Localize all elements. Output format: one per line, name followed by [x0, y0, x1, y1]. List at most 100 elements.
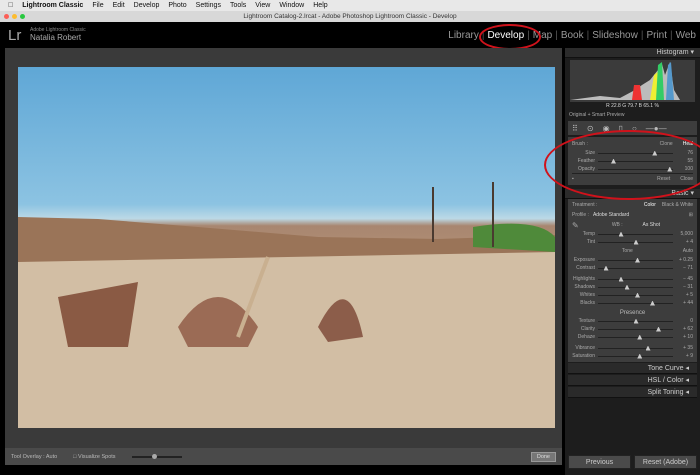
slider-track[interactable] [598, 265, 673, 271]
wb-eyedropper-icon[interactable]: ✎ [572, 221, 592, 230]
treatment-bw[interactable]: Black & White [662, 202, 693, 208]
slider-track[interactable] [598, 239, 673, 245]
heal-button[interactable]: Heal [683, 141, 693, 147]
histogram-header[interactable]: Histogram ▾ [565, 48, 700, 58]
photo-preview[interactable] [18, 67, 555, 428]
slider-track[interactable] [598, 345, 673, 351]
profile-browser-icon[interactable]: ⊞ [689, 212, 693, 218]
slider-track[interactable] [598, 276, 673, 282]
histogram[interactable] [570, 60, 695, 102]
menu-window[interactable]: Window [279, 2, 304, 9]
slider-thumb[interactable] [645, 345, 651, 351]
slider-track[interactable] [598, 353, 673, 359]
slider-track[interactable] [598, 334, 673, 340]
slider-value[interactable]: − 31 [673, 284, 693, 290]
reset-adobe-button[interactable]: Reset (Adobe) [634, 455, 697, 469]
menu-settings[interactable]: Settings [196, 2, 221, 9]
slider-value[interactable]: 0 [673, 318, 693, 324]
slider-track[interactable] [598, 231, 673, 237]
slider-value[interactable]: + 9 [673, 353, 693, 359]
slider-dehaze[interactable]: Dehaze + 10 [572, 333, 693, 341]
slider-opacity[interactable]: Opacity 100 [572, 165, 693, 173]
profile-select[interactable]: Adobe Standard [593, 212, 689, 218]
menu-file[interactable]: File [92, 2, 103, 9]
slider-value[interactable]: − 45 [673, 276, 693, 282]
slider-whites[interactable]: Whites + 5 [572, 291, 693, 299]
slider-temp[interactable]: Temp 5,000 [572, 230, 693, 238]
slider-blacks[interactable]: Blacks + 44 [572, 299, 693, 307]
zoom-button[interactable] [20, 14, 25, 19]
slider-thumb[interactable] [618, 231, 624, 237]
slider-tint[interactable]: Tint + 4 [572, 238, 693, 246]
slider-value[interactable]: − 71 [673, 265, 693, 271]
slider-thumb[interactable] [624, 284, 630, 290]
slider-saturation[interactable]: Saturation + 9 [572, 352, 693, 360]
slider-track[interactable] [598, 318, 673, 324]
menu-tools[interactable]: Tools [230, 2, 246, 9]
module-slideshow[interactable]: Slideshow [592, 30, 638, 41]
treatment-color[interactable]: Color [644, 202, 656, 208]
slider-shadows[interactable]: Shadows − 31 [572, 283, 693, 291]
slider-value[interactable]: + 10 [673, 334, 693, 340]
visualize-spots-checkbox[interactable]: □ Visualize Spots [73, 454, 115, 460]
graduated-filter-icon[interactable]: ▯ [619, 124, 623, 133]
reset-button[interactable]: Reset [657, 176, 670, 182]
done-button[interactable]: Done [530, 451, 556, 462]
slider-highlights[interactable]: Highlights − 45 [572, 275, 693, 283]
menu-photo[interactable]: Photo [168, 2, 186, 9]
previous-button[interactable]: Previous [568, 455, 631, 469]
slider-value[interactable]: + 5 [673, 292, 693, 298]
slider-value[interactable]: + 44 [673, 300, 693, 306]
red-eye-icon[interactable]: ◉ [603, 124, 610, 133]
slider-track[interactable] [598, 300, 673, 306]
menu-help[interactable]: Help [313, 2, 327, 9]
slider-value[interactable]: + 4 [673, 239, 693, 245]
clone-button[interactable]: Clone [660, 141, 673, 147]
mask-toggle-icon[interactable]: ▪ [572, 176, 657, 182]
slider-thumb[interactable] [637, 334, 643, 340]
basic-header[interactable]: Basic ▾ [565, 189, 700, 199]
wb-select[interactable]: As Shot [643, 222, 694, 228]
close-button[interactable]: Close [680, 176, 693, 182]
slider-exposure[interactable]: Exposure + 0.25 [572, 256, 693, 264]
minimize-button[interactable] [12, 14, 17, 19]
slider-track[interactable] [598, 150, 673, 156]
slider-track[interactable] [598, 284, 673, 290]
slider-clarity[interactable]: Clarity + 62 [572, 325, 693, 333]
slider-thumb[interactable] [637, 353, 643, 359]
split-toning-header[interactable]: Split Toning ◂ [568, 387, 697, 398]
slider-value[interactable]: 5,000 [673, 231, 693, 237]
crop-icon[interactable]: ⠿ [572, 124, 578, 133]
slider-thumb[interactable] [635, 257, 640, 263]
module-web[interactable]: Web [676, 30, 696, 41]
slider-thumb[interactable] [603, 265, 609, 271]
slider-thumb[interactable] [656, 326, 661, 332]
auto-button[interactable]: Auto [683, 248, 693, 254]
slider-thumb[interactable] [633, 239, 639, 245]
slider-feather[interactable]: Feather 55 [572, 157, 693, 165]
slider-track[interactable] [598, 292, 673, 298]
slider-value[interactable]: + 62 [673, 326, 693, 332]
slider-contrast[interactable]: Contrast − 71 [572, 264, 693, 272]
slider-value[interactable]: 76 [673, 150, 693, 156]
slider-track[interactable] [598, 326, 673, 332]
module-library[interactable]: Library [448, 30, 479, 41]
module-develop[interactable]: Develop [479, 24, 542, 50]
hsl-color-header[interactable]: HSL / Color ◂ [568, 375, 697, 386]
slider-track[interactable] [598, 166, 673, 172]
slider-thumb[interactable] [652, 150, 658, 156]
slider-track[interactable] [598, 158, 673, 164]
slider-thumb[interactable] [635, 292, 640, 298]
menu-app[interactable]: Lightroom Classic [22, 2, 83, 9]
slider-size[interactable]: Size 76 [572, 149, 693, 157]
slider-thumb[interactable] [618, 276, 624, 282]
tool-overlay-select[interactable]: Tool Overlay : Auto [11, 454, 57, 460]
adjustment-brush-icon[interactable]: —●— [646, 124, 667, 133]
slider-value[interactable]: 55 [673, 158, 693, 164]
radial-filter-icon[interactable]: ○ [632, 124, 637, 133]
slider-thumb[interactable] [667, 166, 673, 172]
slider-value[interactable]: + 35 [673, 345, 693, 351]
slider-track[interactable] [598, 257, 673, 263]
spot-removal-icon[interactable]: ⊙ [587, 124, 594, 133]
slider-thumb[interactable] [611, 158, 616, 164]
